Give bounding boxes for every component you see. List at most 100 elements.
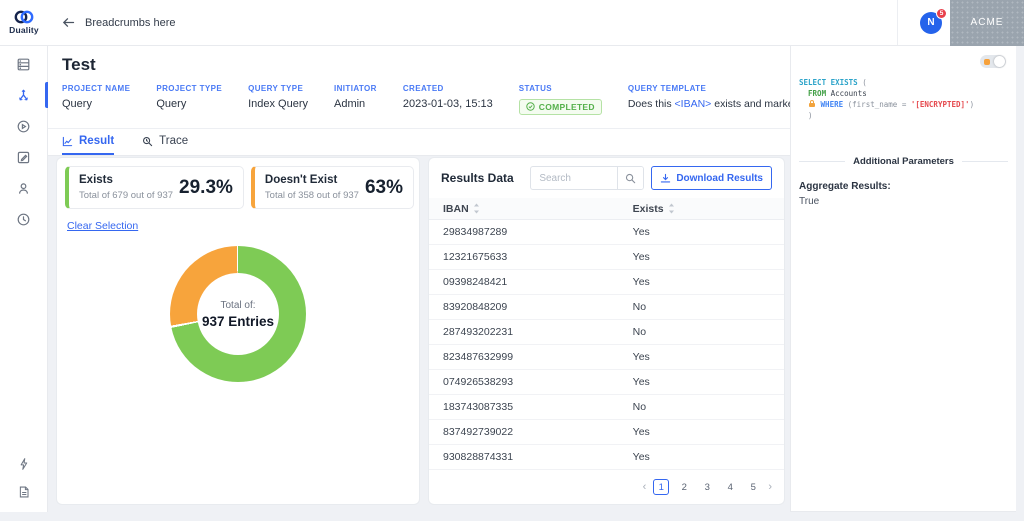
tabs: Result Trace <box>48 128 790 156</box>
sort-icon <box>473 203 480 214</box>
tab-result[interactable]: Result <box>62 129 114 155</box>
code-line: ) <box>799 110 1008 121</box>
exists-cell: Yes <box>633 376 770 388</box>
meta-value: Admin <box>334 98 377 110</box>
meta-label: CREATED <box>403 84 493 93</box>
pagination-page-3[interactable]: 3 <box>699 479 715 495</box>
back-arrow-icon[interactable] <box>62 17 75 28</box>
edit-document-icon <box>16 150 31 165</box>
iban-cell: 930828874331 <box>443 451 633 463</box>
table-body: 29834987289Yes12321675633Yes09398248421Y… <box>429 220 784 470</box>
meta-label: INITIATOR <box>334 84 377 93</box>
pagination-page-2[interactable]: 2 <box>676 479 692 495</box>
sidebar-item-integrations[interactable] <box>0 456 48 472</box>
brand-logo[interactable]: Duality <box>0 0 48 46</box>
meta-row: PROJECT NAMEQueryPROJECT TYPEQueryQUERY … <box>48 75 790 128</box>
iban-cell: 29834987289 <box>443 226 633 238</box>
exists-cell: Yes <box>633 451 770 463</box>
meta-field-initiator: INITIATOR Admin <box>334 84 377 110</box>
check-circle-icon <box>526 102 535 111</box>
iban-cell: 183743087335 <box>443 401 633 413</box>
pagination-prev[interactable]: ‹ <box>643 481 647 493</box>
sidebar-bottom <box>0 456 48 512</box>
meta-label: QUERY TYPE <box>248 84 308 93</box>
download-icon <box>660 173 671 184</box>
donut-center-value: 937 Entries <box>202 314 274 329</box>
toggle-row <box>791 46 1016 68</box>
column-header-exists[interactable]: Exists <box>633 203 770 215</box>
duality-logo-icon <box>13 10 35 24</box>
clear-selection-link[interactable]: Clear Selection <box>67 220 138 232</box>
query-panel: SELECT EXISTS ( FROM Accounts WHERE (fir… <box>790 46 1016 512</box>
bolt-icon <box>17 457 31 471</box>
exists-cell: No <box>633 401 770 413</box>
table-row[interactable]: 930828874331Yes <box>429 445 784 470</box>
org-button[interactable]: ACME <box>950 0 1024 46</box>
meta-field-created: CREATED2023-01-03, 15:13 <box>403 84 493 110</box>
stat-card-title: Doesn't Exist <box>265 174 359 186</box>
pagination-page-4[interactable]: 4 <box>722 479 738 495</box>
sidebar-item-reports[interactable] <box>0 149 48 165</box>
stat-cards: ExistsTotal of 679 out of 93729.3%Doesn'… <box>65 166 411 209</box>
donut-wrap: Total of: 937 Entries <box>65 246 411 382</box>
donut-chart[interactable]: Total of: 937 Entries <box>170 246 306 382</box>
table-row[interactable]: 837492739022Yes <box>429 420 784 445</box>
file-icon <box>17 485 31 499</box>
search-button[interactable] <box>617 166 643 190</box>
database-icon <box>16 57 31 72</box>
stat-card-subtitle: Total of 358 out of 937 <box>265 190 359 201</box>
meta-value: Query <box>156 98 222 110</box>
app-root: Duality Breadcrumbs here N 5 ACME <box>0 0 1024 521</box>
pagination-page-1[interactable]: 1 <box>653 479 669 495</box>
table-row[interactable]: 074926538293Yes <box>429 370 784 395</box>
table-row[interactable]: 823487632999Yes <box>429 345 784 370</box>
sidebar-item-history[interactable] <box>0 211 48 227</box>
additional-parameters-label: Additional Parameters <box>853 156 954 167</box>
download-results-button[interactable]: Download Results <box>651 166 772 190</box>
result-summary-panel: ExistsTotal of 679 out of 93729.3%Doesn'… <box>56 157 420 505</box>
code-line: FROM Accounts <box>799 88 1008 99</box>
stat-card[interactable]: Doesn't ExistTotal of 358 out of 93763% <box>251 166 414 209</box>
status-text: COMPLETED <box>539 102 595 112</box>
stat-card[interactable]: ExistsTotal of 679 out of 93729.3% <box>65 166 244 209</box>
table-row[interactable]: 287493202231No <box>429 320 784 345</box>
user-icon <box>16 181 31 196</box>
sidebar-item-users[interactable] <box>0 180 48 196</box>
code-line: SELECT EXISTS ( <box>799 77 1008 88</box>
column-header-iban[interactable]: IBAN <box>443 203 633 215</box>
pagination-page-5[interactable]: 5 <box>745 479 761 495</box>
workflow-icon <box>16 88 31 103</box>
stat-card-subtitle: Total of 679 out of 937 <box>79 190 173 201</box>
table-row[interactable]: 09398248421Yes <box>429 270 784 295</box>
sidebar-item-docs[interactable] <box>0 484 48 500</box>
iban-cell: 074926538293 <box>443 376 633 388</box>
sidebar-item-database[interactable] <box>0 56 48 72</box>
sidebar-item-queries[interactable] <box>0 87 48 103</box>
meta-field-query-type: QUERY TYPEIndex Query <box>248 84 308 110</box>
meta-value: Query <box>62 98 130 110</box>
table-row[interactable]: 12321675633Yes <box>429 245 784 270</box>
play-circle-icon <box>16 119 31 134</box>
results-data-header: Results Data Download Results <box>429 158 784 198</box>
tab-result-label: Result <box>79 135 114 147</box>
iban-cell: 823487632999 <box>443 351 633 363</box>
tab-trace[interactable]: Trace <box>142 129 188 155</box>
exists-cell: Yes <box>633 426 770 438</box>
status-badge: COMPLETED <box>519 99 602 115</box>
stat-card-percent: 29.3% <box>179 177 233 199</box>
avatar[interactable]: N 5 <box>920 12 942 34</box>
sidebar <box>0 46 48 512</box>
table-row[interactable]: 183743087335No <box>429 395 784 420</box>
query-view-toggle[interactable] <box>980 55 1006 68</box>
table-row[interactable]: 29834987289Yes <box>429 220 784 245</box>
exists-cell: No <box>633 301 770 313</box>
meta-field-status: STATUS COMPLETED <box>519 84 602 116</box>
search-input[interactable] <box>531 173 617 184</box>
exists-cell: No <box>633 326 770 338</box>
table-row[interactable]: 83920848209No <box>429 295 784 320</box>
param-value: True <box>799 196 1008 207</box>
pagination-next[interactable]: › <box>768 481 772 493</box>
sidebar-item-runs[interactable] <box>0 118 48 134</box>
code-line: WHERE (first_name = '[ENCRYPTED]') <box>799 99 1008 110</box>
notification-badge: 5 <box>936 8 947 19</box>
